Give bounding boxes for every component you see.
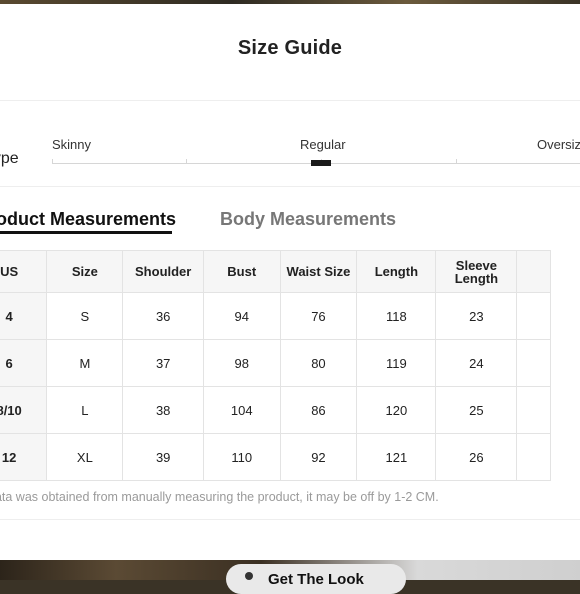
table-cell: 25 (435, 386, 518, 434)
table-cell: 24 (435, 339, 518, 387)
table-cell (516, 292, 551, 340)
table-cell: 6 (0, 339, 48, 387)
fit-slider-tick (456, 159, 457, 164)
table-row: 12 XL 39 110 92 121 26 (0, 433, 551, 481)
table-cell (516, 433, 551, 481)
fit-slider-marker[interactable] (311, 160, 331, 166)
fit-option-oversize[interactable]: Oversize (537, 137, 580, 152)
fit-slider-tick (52, 159, 53, 164)
tab-body-measurements[interactable]: Body Measurements (220, 209, 396, 230)
fit-type-label: Type (0, 150, 19, 167)
get-the-look-button[interactable]: Get The Look (226, 564, 406, 594)
active-tab-indicator (0, 231, 172, 234)
table-row: 8/10 L 38 104 86 120 25 (0, 386, 551, 434)
table-cell: 86 (279, 386, 358, 434)
table-cell: 8/10 (0, 386, 48, 434)
table-cell: 104 (202, 386, 281, 434)
fit-slider-tick (186, 159, 187, 164)
table-cell: 4 (0, 292, 48, 340)
table-cell: 36 (122, 292, 204, 340)
table-cell: 38 (122, 386, 204, 434)
table-cell: 37 (122, 339, 204, 387)
table-cell (516, 339, 551, 387)
fit-option-skinny[interactable]: Skinny (52, 137, 91, 152)
table-cell: 26 (435, 433, 518, 481)
table-cell: 23 (435, 292, 518, 340)
get-the-look-label: Get The Look (268, 570, 364, 588)
table-cell: 12 (0, 433, 48, 481)
table-cell: S (46, 292, 124, 340)
column-header-bust: Bust (202, 250, 281, 293)
divider (0, 519, 580, 520)
table-cell: 39 (122, 433, 204, 481)
table-cell: 98 (202, 339, 281, 387)
modal-title: Size Guide (237, 37, 343, 59)
table-cell (516, 386, 551, 434)
table-cell: 121 (356, 433, 437, 481)
column-header-length: Length (356, 250, 437, 293)
table-row: 6 M 37 98 80 119 24 (0, 339, 551, 387)
table-cell: 110 (202, 433, 281, 481)
measurement-note: data was obtained from manually measurin… (0, 490, 439, 504)
column-header-sleeve-length: Sleeve Length (435, 250, 518, 293)
table-cell: 92 (279, 433, 358, 481)
size-guide-modal: Size Guide Type Skinny Regular Oversize … (0, 4, 580, 560)
column-header-shoulder: Shoulder (122, 250, 204, 293)
column-header-waist: Waist Size (279, 250, 358, 293)
fit-option-regular[interactable]: Regular (300, 137, 346, 152)
table-cell: L (46, 386, 124, 434)
table-cell: M (46, 339, 124, 387)
table-cell: 94 (202, 292, 281, 340)
tab-product-measurements[interactable]: oduct Measurements (0, 209, 176, 230)
measurements-table: US Size Shoulder Bust Waist Size Length … (0, 250, 551, 481)
column-header-overflow (516, 250, 551, 293)
table-cell: 119 (356, 339, 437, 387)
table-cell: 80 (279, 339, 358, 387)
sleeve-length-text: Sleeve Length (454, 257, 499, 286)
table-cell: XL (46, 433, 124, 481)
column-header-size: Size (46, 250, 124, 293)
column-header-us: US (0, 250, 48, 293)
table-cell: 120 (356, 386, 437, 434)
table-cell: 76 (279, 292, 358, 340)
table-header-row: US Size Shoulder Bust Waist Size Length … (0, 250, 551, 293)
person-icon (242, 572, 256, 586)
divider (0, 186, 580, 187)
table-row: 4 S 36 94 76 118 23 (0, 292, 551, 340)
divider (0, 100, 580, 101)
table-cell: 118 (356, 292, 437, 340)
